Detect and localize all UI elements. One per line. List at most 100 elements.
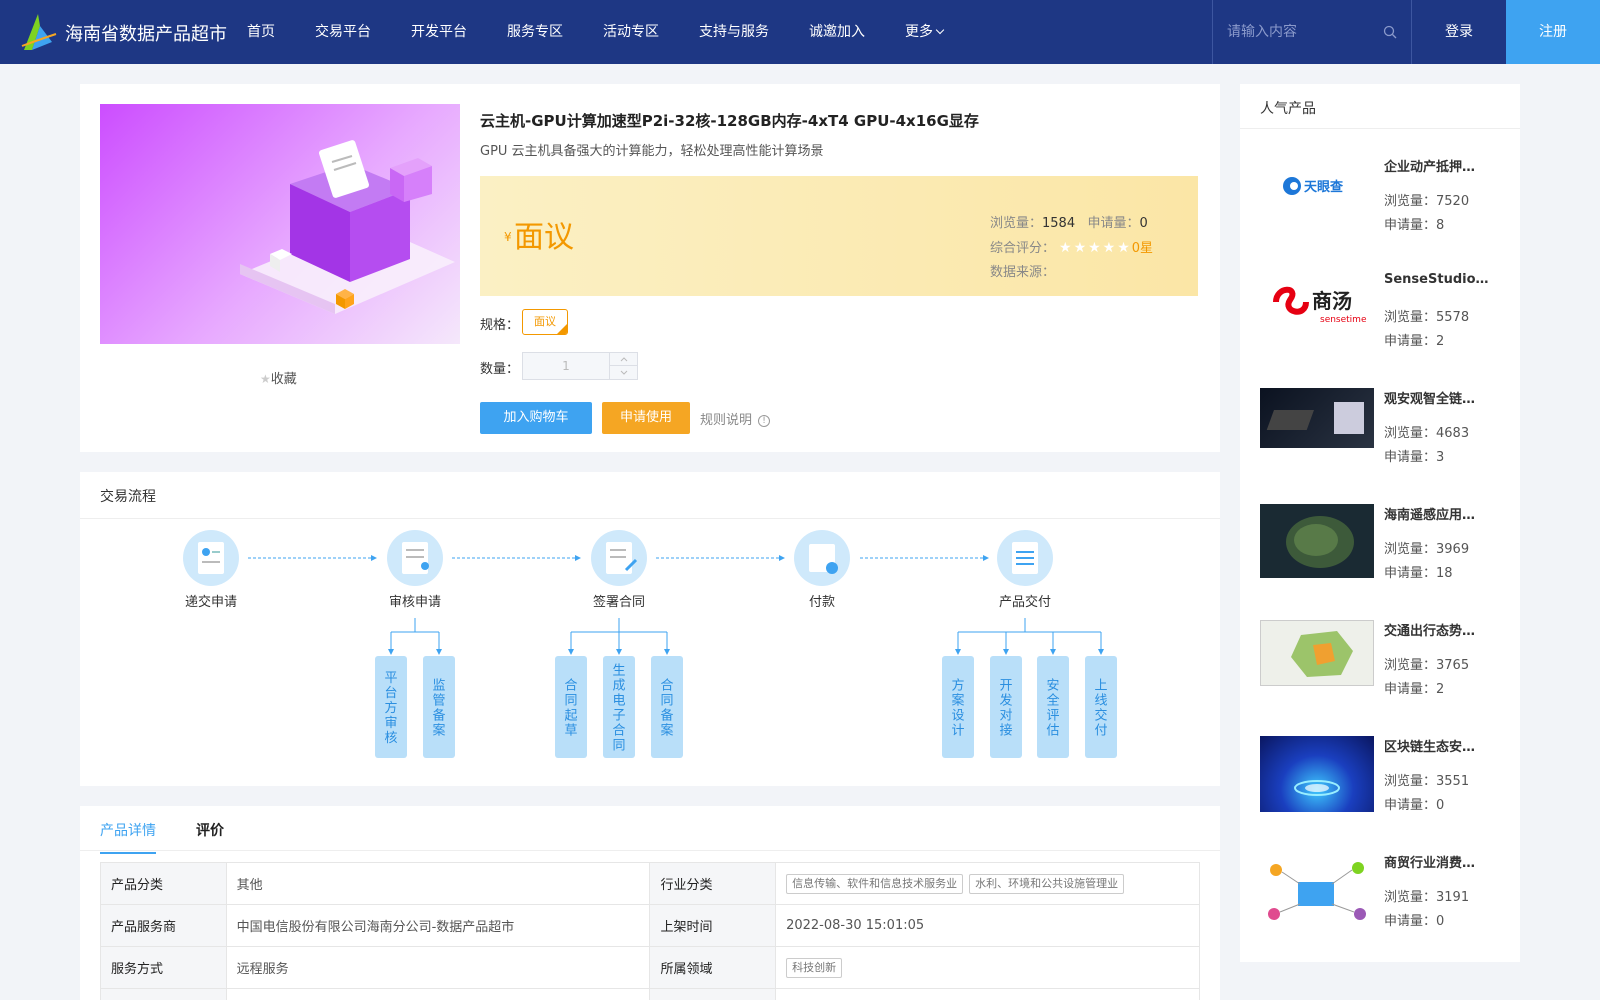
flow-substep-char: 接 <box>999 723 1012 739</box>
nav-home[interactable]: 首页 <box>247 0 275 64</box>
flow-step-delivery <box>997 530 1053 586</box>
quantity-input[interactable] <box>523 353 609 379</box>
quantity-decrease-button[interactable] <box>609 366 637 379</box>
views-value: 5578 <box>1436 310 1470 325</box>
views-label: 浏览量： <box>1384 658 1437 673</box>
detail-key: 上架时间 <box>649 904 777 947</box>
flow-substep-char: 监 <box>432 679 445 694</box>
views-value: 4683 <box>1436 426 1470 441</box>
popular-products-card: 人气产品 天眼查 企业动产抵押… 浏览量：7520 申请量：8 商汤 senset… <box>1240 84 1520 962</box>
flow-step-review <box>387 530 443 586</box>
price-value: 面议 <box>514 220 574 255</box>
favorite-button[interactable]: ★收藏 <box>260 368 297 387</box>
detail-value: 中国电信股份有限公司海南分公司-数据产品超市 <box>225 904 651 947</box>
views-value: 3969 <box>1436 542 1470 557</box>
flow-substep-char: 设 <box>951 709 964 724</box>
flow-substep-char: 上 <box>1094 679 1107 694</box>
popular-item-applies: 申请量：3 <box>1384 446 1444 465</box>
apply-button[interactable]: 申请使用 <box>602 402 690 434</box>
quantity-increase-button[interactable] <box>609 353 637 366</box>
logo-icon[interactable] <box>18 12 58 52</box>
flow-step-label: 付款 <box>809 595 835 610</box>
product-stats: 浏览量：1584 申请量：0 综合评分： ★★★★★0星 数据来源： <box>990 212 1153 285</box>
flow-substep-char: 平 <box>384 671 397 686</box>
tab-review[interactable]: 评价 <box>196 820 224 840</box>
nav-support[interactable]: 支持与服务 <box>699 0 769 64</box>
nav-trade[interactable]: 交易平台 <box>315 0 371 64</box>
table-row <box>100 988 1200 1000</box>
nav-more-label: 更多 <box>905 24 933 40</box>
nav-service[interactable]: 服务专区 <box>507 0 563 64</box>
popular-logo-text: 商汤 <box>1312 289 1352 313</box>
table-row: 服务方式 远程服务 所属领域 科技创新 <box>100 946 1200 989</box>
flow-substep-char: 同 <box>612 739 625 754</box>
nav-develop[interactable]: 开发平台 <box>411 0 467 64</box>
flow-substep-char: 开 <box>999 679 1012 694</box>
trade-flow-card: 交易流程 递交申请 审核申请 签署合同 付款 产品交付 平 台 方 审 核 监 … <box>80 472 1220 786</box>
product-thumbnail <box>1260 736 1374 812</box>
detail-key <box>100 988 227 1000</box>
popular-item-applies: 申请量：0 <box>1384 910 1444 929</box>
rules-link[interactable]: 规则说明! <box>700 409 771 428</box>
popular-item[interactable]: 商贸行业消费… 浏览量：3191 申请量：0 <box>1260 852 1510 952</box>
quantity-stepper <box>522 352 638 380</box>
stats-views-row: 浏览量：1584 申请量：0 <box>990 212 1153 236</box>
sensetime-logo-icon: 商汤 sensetime <box>1273 286 1367 325</box>
views-label: 浏览量： <box>1384 890 1437 905</box>
product-thumbnail: 天眼查 <box>1260 156 1374 216</box>
popular-item[interactable]: 区块链生态安… 浏览量：3551 申请量：0 <box>1260 736 1510 836</box>
site-name[interactable]: 海南省数据产品超市 <box>65 20 227 46</box>
info-icon: ! <box>758 414 771 427</box>
register-button[interactable]: 注册 <box>1506 0 1600 64</box>
network-illustration-icon <box>1268 862 1366 920</box>
applies-label: 申请量： <box>1384 682 1437 697</box>
add-to-cart-button[interactable]: 加入购物车 <box>480 402 592 434</box>
popular-item[interactable]: 观安观智全链… 浏览量：4683 申请量：3 <box>1260 388 1510 488</box>
product-subtitle: GPU 云主机具备强大的计算能力，轻松处理高性能计算场景 <box>480 144 824 159</box>
applies-label: 申请量： <box>1384 334 1437 349</box>
applies-value: 3 <box>1436 450 1445 465</box>
tab-product-detail[interactable]: 产品详情 <box>100 820 156 854</box>
applies-value: 0 <box>1436 914 1445 929</box>
popular-item-applies: 申请量：8 <box>1384 214 1444 233</box>
rules-label: 规则说明 <box>700 413 753 428</box>
product-thumbnail: 商汤 sensetime <box>1260 272 1374 332</box>
popular-item-views: 浏览量：3551 <box>1384 770 1469 789</box>
applies-label: 申请量： <box>1384 914 1437 929</box>
detail-key: 产品分类 <box>100 862 227 905</box>
popular-item[interactable]: 商汤 sensetime SenseStudio… 浏览量：5578 申请量：2 <box>1260 272 1510 372</box>
applies-value: 18 <box>1436 566 1453 581</box>
product-thumbnail <box>1260 852 1374 932</box>
flow-substep-char: 线 <box>1094 694 1107 709</box>
industry-tag: 信息传输、软件和信息技术服务业 <box>786 873 964 894</box>
flow-substep-char: 计 <box>951 724 964 739</box>
spec-option[interactable]: 面议 <box>522 309 568 335</box>
popular-item-name: 交通出行态势… <box>1384 624 1476 639</box>
nav-more[interactable]: 更多 <box>905 0 945 64</box>
search-input[interactable] <box>1227 20 1377 44</box>
flow-title: 交易流程 <box>100 489 156 505</box>
product-thumbnail <box>1260 504 1374 578</box>
popular-item[interactable]: 海南遥感应用… 浏览量：3969 申请量：18 <box>1260 504 1510 604</box>
flow-substep-char: 备 <box>660 708 673 724</box>
detail-key: 服务方式 <box>100 946 227 989</box>
main-nav: 首页 交易平台 开发平台 服务专区 活动专区 支持与服务 诚邀加入 更多 <box>247 0 983 64</box>
login-button[interactable]: 登录 <box>1412 0 1506 64</box>
rating-stars-icon: ★★★★★ <box>1059 240 1132 256</box>
detail-value <box>775 988 1200 1000</box>
nav-activity[interactable]: 活动专区 <box>603 0 659 64</box>
flow-substep-char: 起 <box>564 709 577 724</box>
popular-item[interactable]: 交通出行态势… 浏览量：3765 申请量：2 <box>1260 620 1510 720</box>
detail-value: 2022-08-30 15:01:05 <box>775 904 1200 947</box>
flow-step-label: 审核申请 <box>389 595 441 610</box>
nav-join[interactable]: 诚邀加入 <box>809 0 865 64</box>
product-thumbnail <box>1260 620 1374 686</box>
popular-item-name: 企业动产抵押… <box>1384 160 1476 175</box>
views-value: 3551 <box>1436 774 1470 789</box>
search-icon[interactable] <box>1383 25 1397 39</box>
detail-value: 信息传输、软件和信息技术服务业 水利、环境和公共设施管理业 <box>775 862 1200 905</box>
popular-item[interactable]: 天眼查 企业动产抵押… 浏览量：7520 申请量：8 <box>1260 156 1510 256</box>
applies-label: 申请量： <box>1384 798 1437 813</box>
popular-item-views: 浏览量：3969 <box>1384 538 1469 557</box>
table-row: 产品服务商 中国电信股份有限公司海南分公司-数据产品超市 上架时间 2022-0… <box>100 904 1200 947</box>
